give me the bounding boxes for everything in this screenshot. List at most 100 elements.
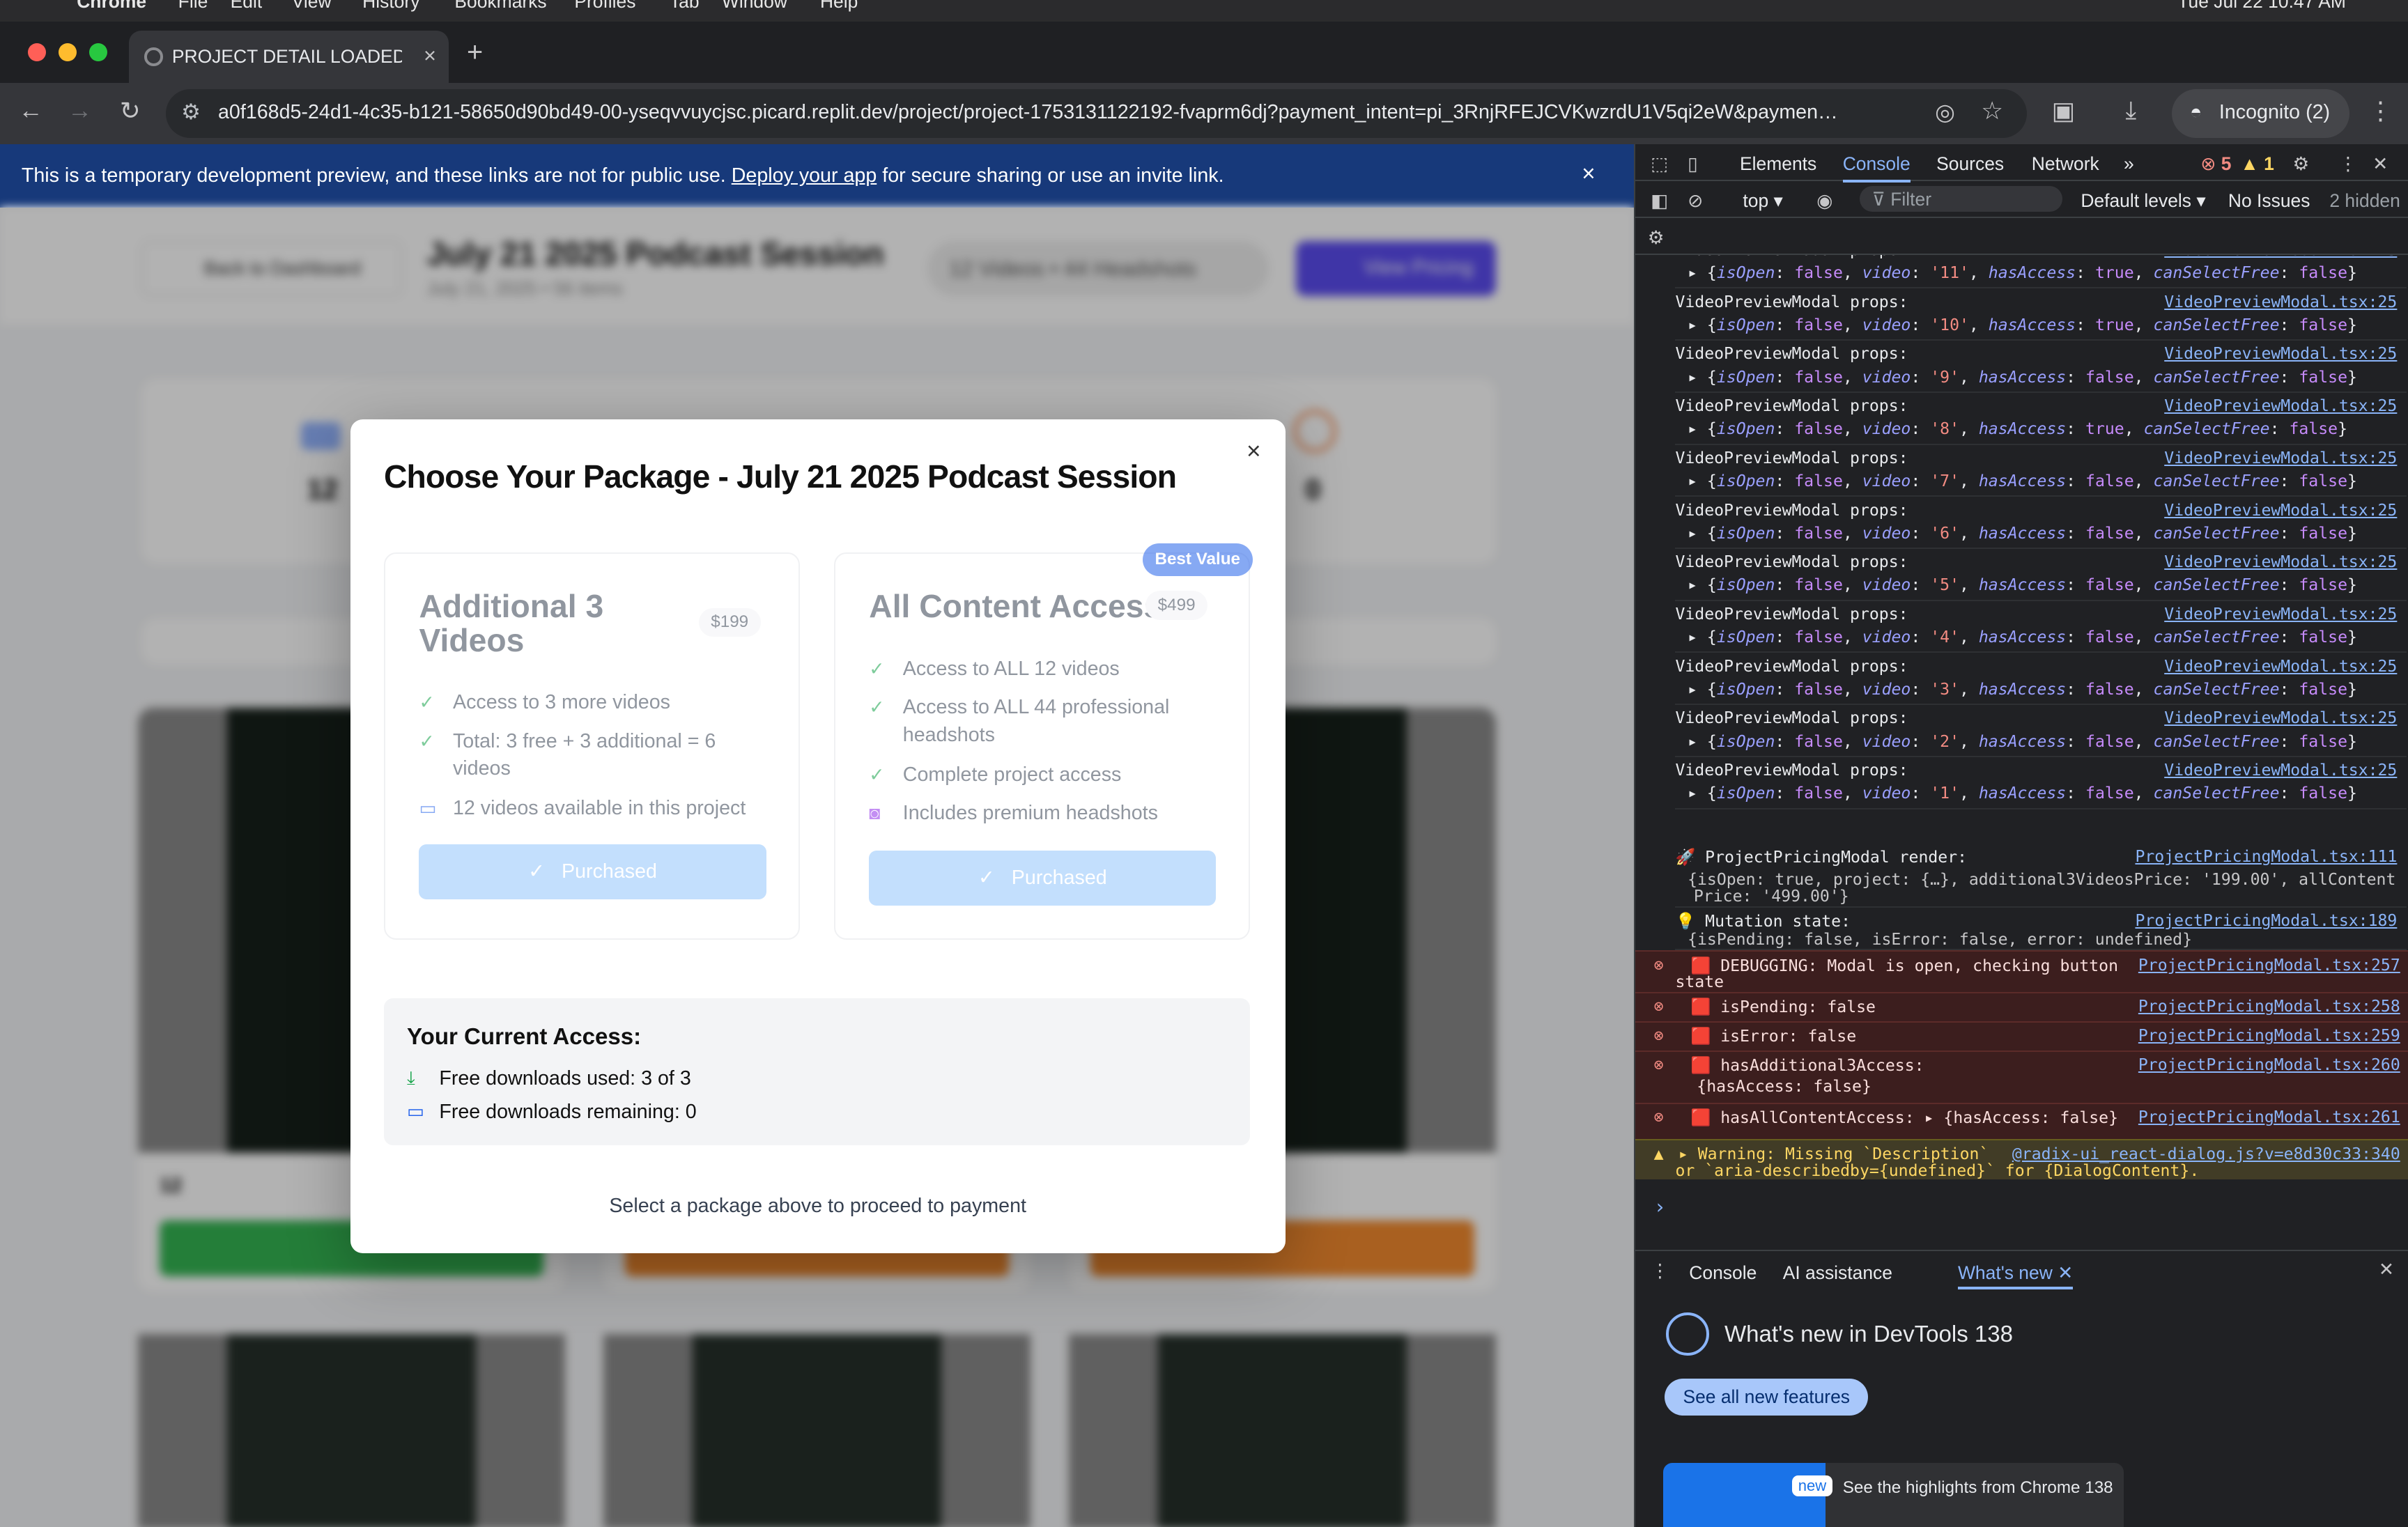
log-source-link[interactable]: VideoPreviewModal.tsx:25	[2164, 502, 2397, 520]
console-filter-input[interactable]: ⊽ Filter	[1859, 185, 2062, 212]
menu-edit[interactable]: Edit	[231, 0, 263, 13]
log-source-link[interactable]: VideoPreviewModal.tsx:25	[2164, 605, 2397, 623]
reload-icon[interactable]: ↻	[120, 97, 141, 125]
console-log-mutation[interactable]: 💡 Mutation state: ProjectPricingModal.ts…	[1675, 908, 2407, 951]
purchased-button[interactable]: ✓ Purchased	[869, 850, 1217, 906]
download-icon[interactable]: ⤓	[2125, 97, 2136, 125]
tab-sources[interactable]: Sources	[1936, 153, 2004, 175]
address-bar[interactable]: ⚙ a0f168d5-24d1-4c35-b121-58650d90bd49-0…	[166, 88, 2028, 139]
log-object-line[interactable]: ▸ {isOpen: false, video: '6', hasAccess:…	[1688, 525, 2357, 543]
log-object-line[interactable]: ▸ {isOpen: false, video: '10', hasAccess…	[1688, 316, 2357, 334]
console-log-row[interactable]: VideoPreviewModal props: VideoPreviewModa…	[1675, 393, 2407, 445]
menu-chrome[interactable]: Chrome	[77, 0, 146, 13]
eye-off-icon[interactable]: ◎	[1935, 98, 1955, 126]
menu-window[interactable]: Window	[722, 0, 787, 13]
issues-label[interactable]: No Issues	[2228, 190, 2310, 212]
highlights-card[interactable]: new See the highlights from Chrome 138	[1662, 1463, 2124, 1527]
context-selector[interactable]: top ▾	[1743, 190, 1782, 212]
log-object-line[interactable]: {isPending: false, isError: false, error…	[1688, 931, 2192, 949]
log-object-line[interactable]: ▸ {isOpen: false, video: '1', hasAccess:…	[1688, 784, 2357, 803]
log-source-link[interactable]: VideoPreviewModal.tsx:25	[2164, 255, 2397, 259]
clear-console-icon[interactable]: ⊘	[1688, 190, 1703, 212]
log-object-line[interactable]: {isOpen: true, project: {…}, additional3…	[1688, 871, 2395, 889]
package-additional-3-videos[interactable]: Additional 3 Videos $199 ✓ Access to 3 mo…	[384, 552, 801, 940]
close-window-button[interactable]	[27, 42, 47, 62]
console-error-row[interactable]: ⊗ 🟥 hasAllContentAccess: ▸ {hasAccess: fa…	[1635, 1102, 2408, 1140]
log-object-line[interactable]: ▸ {isOpen: false, video: '7', hasAccess:…	[1688, 472, 2357, 490]
menu-bookmarks[interactable]: Bookmarks	[454, 0, 546, 13]
console-log-row[interactable]: VideoPreviewModal props: VideoPreviewModa…	[1675, 653, 2407, 706]
tab-network[interactable]: Network	[2032, 153, 2099, 175]
menu-help[interactable]: Help	[820, 0, 858, 13]
tab-console[interactable]: Console	[1842, 153, 1911, 183]
console-log-row[interactable]: VideoPreviewModal props: VideoPreviewModa…	[1675, 757, 2407, 809]
drawer-tab-console[interactable]: Console	[1689, 1262, 1757, 1284]
console-log-row[interactable]: VideoPreviewModal props: VideoPreviewModa…	[1675, 255, 2407, 289]
console-log-row[interactable]: VideoPreviewModal props: VideoPreviewModa…	[1675, 497, 2407, 549]
error-source-link[interactable]: ProjectPricingModal.tsx:261	[2138, 1108, 2400, 1126]
devtools-settings-icon[interactable]: ⚙	[2292, 153, 2309, 175]
console-settings-icon[interactable]: ⚙	[1648, 227, 1665, 249]
log-source-link[interactable]: VideoPreviewModal.tsx:25	[2164, 293, 2397, 311]
log-object-line[interactable]: ▸ {isOpen: false, video: '2', hasAccess:…	[1688, 733, 2357, 751]
console-error-row[interactable]: ⊗ 🟥 DEBUGGING: Modal is open, checking bu…	[1635, 950, 2408, 992]
live-expression-eye-icon[interactable]: ◉	[1816, 190, 1832, 212]
console-error-row[interactable]: ⊗ 🟥 isPending: false ProjectPricingModal.t…	[1635, 991, 2408, 1021]
warning-count-icon[interactable]: ▲ 1	[2241, 153, 2274, 175]
inspect-icon[interactable]: ⬚	[1651, 153, 1668, 175]
new-tab-button[interactable]: +	[467, 37, 483, 68]
console-error-row[interactable]: ⊗ 🟥 hasAdditional3Access: {hasAccess: fals…	[1635, 1050, 2408, 1103]
error-count-icon[interactable]: ⊗ 5	[2200, 153, 2231, 175]
site-settings-icon[interactable]: ⚙	[181, 100, 201, 125]
zoom-window-button[interactable]	[88, 42, 108, 62]
log-object-line[interactable]: ▸ {isOpen: false, video: '5', hasAccess:…	[1688, 576, 2357, 594]
modal-close-icon[interactable]: ×	[1247, 437, 1261, 465]
kebab-menu-icon[interactable]: ⋮	[2368, 97, 2393, 125]
menu-view[interactable]: View	[292, 0, 332, 13]
console-log-row[interactable]: VideoPreviewModal props: VideoPreviewModa…	[1675, 444, 2407, 497]
sidebar-toggle-icon[interactable]: ◧	[1651, 190, 1668, 212]
console-prompt[interactable]: ›	[1654, 1195, 1666, 1218]
cast-icon[interactable]: ▣	[2052, 97, 2075, 125]
default-levels-dropdown[interactable]: Default levels ▾	[2081, 190, 2205, 212]
incognito-profile-button[interactable]: ◓ Incognito (2)	[2171, 88, 2350, 139]
log-source-link[interactable]: VideoPreviewModal.tsx:25	[2164, 761, 2397, 780]
log-object-line[interactable]: ▸ {isOpen: false, video: '11', hasAccess…	[1688, 264, 2357, 282]
devtools-close-icon[interactable]: ✕	[2372, 153, 2388, 175]
menu-tab[interactable]: Tab	[670, 0, 700, 13]
see-all-features-button[interactable]: See all new features	[1665, 1379, 1869, 1416]
drawer-close-icon[interactable]: ✕	[2379, 1259, 2394, 1280]
log-source-link[interactable]: ProjectPricingModal.tsx:189	[2135, 912, 2397, 930]
deploy-app-link[interactable]: Deploy your app	[732, 164, 877, 187]
log-source-link[interactable]: VideoPreviewModal.tsx:25	[2164, 709, 2397, 727]
banner-close-icon[interactable]: ×	[1582, 161, 1595, 187]
console-log-row[interactable]: VideoPreviewModal props: VideoPreviewModa…	[1675, 341, 2407, 393]
menu-profiles[interactable]: Profiles	[574, 0, 635, 13]
log-source-link[interactable]: VideoPreviewModal.tsx:25	[2164, 553, 2397, 571]
console-error-row[interactable]: ⊗ 🟥 isError: false ProjectPricingModal.tsx…	[1635, 1021, 2408, 1051]
log-source-link[interactable]: VideoPreviewModal.tsx:25	[2164, 449, 2397, 467]
devtools-menu-icon[interactable]: ⋮	[2339, 153, 2357, 175]
log-object-line[interactable]: ▸ {isOpen: false, video: '8', hasAccess:…	[1688, 420, 2347, 438]
console-log-row[interactable]: VideoPreviewModal props: VideoPreviewModa…	[1675, 288, 2407, 341]
drawer-tab-whats-new[interactable]: What's new ✕	[1957, 1262, 2074, 1289]
error-source-link[interactable]: ProjectPricingModal.tsx:260	[2138, 1056, 2400, 1074]
console-log-row[interactable]: VideoPreviewModal props: VideoPreviewModa…	[1675, 549, 2407, 601]
tab-close-icon[interactable]: ×	[424, 43, 436, 68]
console-log-row[interactable]: VideoPreviewModal props: VideoPreviewModa…	[1675, 600, 2407, 653]
error-source-link[interactable]: ProjectPricingModal.tsx:257	[2138, 956, 2400, 975]
menu-history[interactable]: History	[362, 0, 419, 13]
warning-source-link[interactable]: @radix-ui_react-dialog.js?v=e8d30c33:340	[2012, 1145, 2400, 1163]
console-log-render[interactable]: 🚀 ProjectPricingModal render: ProjectPri…	[1675, 843, 2407, 908]
error-source-link[interactable]: ProjectPricingModal.tsx:259	[2138, 1027, 2400, 1045]
error-source-link[interactable]: ProjectPricingModal.tsx:258	[2138, 998, 2400, 1016]
drawer-menu-icon[interactable]: ⋮	[1651, 1260, 1669, 1282]
log-source-link[interactable]: VideoPreviewModal.tsx:25	[2164, 345, 2397, 363]
menu-file[interactable]: File	[178, 0, 208, 13]
console-log-area[interactable]: VideoPreviewModal props: VideoPreviewModa…	[1635, 255, 2408, 1250]
more-tabs-icon[interactable]: »	[2124, 153, 2134, 175]
url-text[interactable]: a0f168d5-24d1-4c35-b121-58650d90bd49-00-…	[218, 101, 1923, 124]
log-source-link[interactable]: ProjectPricingModal.tsx:111	[2135, 848, 2397, 866]
console-warning-row[interactable]: ▲ ▸ Warning: Missing `Description` @radi…	[1635, 1139, 2408, 1180]
drawer-tab-ai-assistance[interactable]: AI assistance	[1783, 1262, 1892, 1284]
